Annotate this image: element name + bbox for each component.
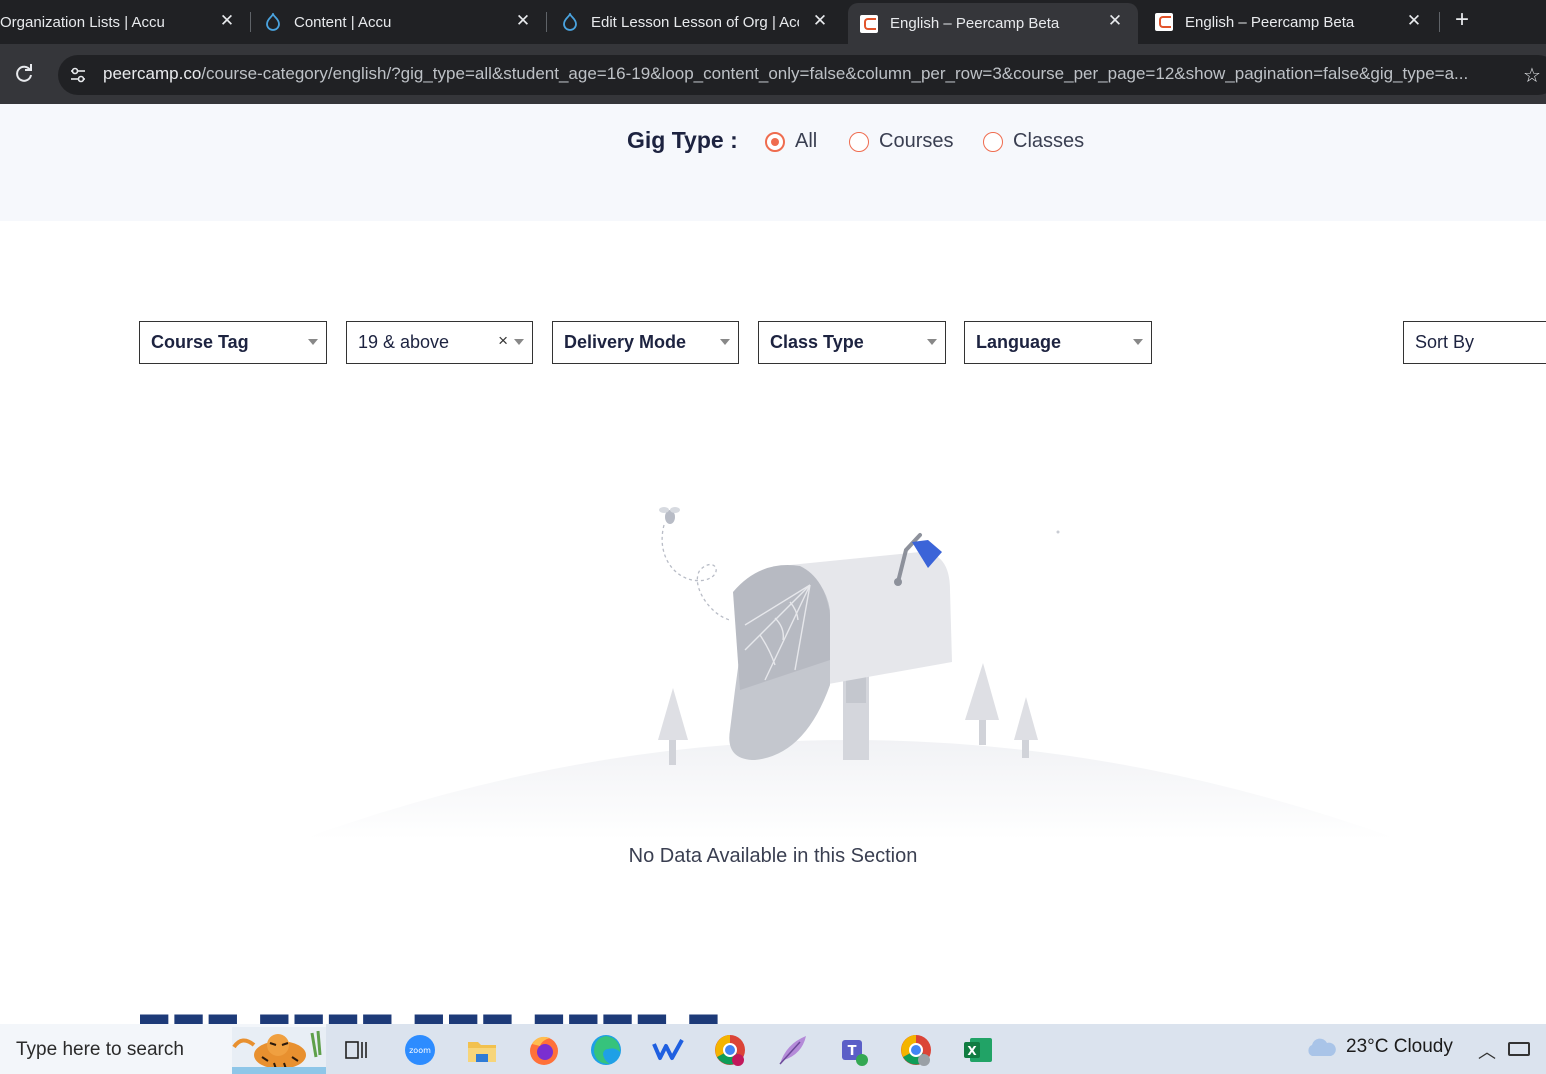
drupal-icon <box>266 13 280 31</box>
close-icon[interactable]: ✕ <box>1403 10 1425 32</box>
url-text[interactable]: peercamp.co/course-category/english/?gig… <box>103 64 1515 84</box>
close-icon[interactable]: ✕ <box>1104 10 1126 32</box>
tab-title: Content | Accu <box>294 13 392 31</box>
radio-gig-all[interactable]: All <box>765 130 817 153</box>
url-path: /course-category/english/?gig_type=all&s… <box>201 64 1469 83</box>
sort-by-select[interactable]: Sort By <box>1403 321 1546 364</box>
firefox-icon[interactable] <box>524 1030 564 1070</box>
class-type-select[interactable]: Class Type <box>758 321 946 364</box>
tab-separator <box>1439 12 1440 32</box>
weather-text: 23°C Cloudy <box>1346 1036 1453 1057</box>
select-value: Class Type <box>770 332 864 352</box>
tree-right-2 <box>1014 697 1038 758</box>
tree-right-1 <box>965 663 999 745</box>
tab-edit-lesson[interactable]: Edit Lesson Lesson of Org | Accu ✕ <box>549 0 843 44</box>
edge-icon[interactable] <box>586 1030 626 1070</box>
tab-organization-lists[interactable]: Organization Lists | Accu ✕ <box>0 0 250 44</box>
taskbar-search-box[interactable]: Type here to search <box>0 1024 326 1074</box>
select-value: 19 & above <box>358 332 450 352</box>
svg-text:zoom: zoom <box>409 1046 431 1055</box>
tab-content[interactable]: Content | Accu ✕ <box>252 0 546 44</box>
reload-icon[interactable] <box>12 62 36 86</box>
bee-icon <box>659 507 680 524</box>
gig-type-label: Gig Type : <box>627 127 738 153</box>
gig-type-section: Gig Type : All Courses Classes <box>0 104 1546 221</box>
site-settings-icon[interactable] <box>68 65 88 85</box>
language-select[interactable]: Language <box>964 321 1152 364</box>
browser-tab-bar: Organization Lists | Accu ✕ Content | Ac… <box>0 0 1546 44</box>
url-host: peercamp.co <box>103 64 202 83</box>
age-select[interactable]: 19 & above × <box>346 321 533 364</box>
windows-taskbar: Type here to search zoom T X 23°C Cloudy… <box>0 1024 1546 1074</box>
chevron-down-icon <box>514 339 524 345</box>
tab-title: English – Peercamp Beta <box>890 15 1060 32</box>
close-icon[interactable]: ✕ <box>512 10 534 32</box>
wps-icon[interactable] <box>648 1030 688 1070</box>
weather-widget[interactable]: 23°C Cloudy <box>1304 1036 1453 1058</box>
new-tab-button[interactable]: + <box>1450 8 1474 34</box>
select-value: Sort By <box>1415 332 1475 352</box>
select-value: Language <box>976 332 1062 352</box>
excel-icon[interactable]: X <box>958 1030 998 1070</box>
tab-english-peercamp[interactable]: English – Peercamp Beta ✕ <box>1143 0 1437 44</box>
search-placeholder: Type here to search <box>16 1039 184 1060</box>
course-tag-select[interactable]: Course Tag <box>139 321 327 364</box>
close-icon[interactable]: ✕ <box>809 10 831 32</box>
feather-icon[interactable] <box>772 1030 812 1070</box>
chrome-icon[interactable] <box>710 1030 750 1070</box>
radio-gig-classes[interactable]: Classes <box>983 130 1084 153</box>
battery-icon[interactable] <box>1508 1042 1530 1056</box>
tab-english-peercamp-active[interactable]: English – Peercamp Beta ✕ <box>848 3 1138 44</box>
radio-label: All <box>795 130 818 152</box>
peercamp-icon <box>860 14 878 33</box>
radio-label: Classes <box>1013 130 1085 152</box>
chevron-down-icon <box>1133 339 1143 345</box>
radio-label: Courses <box>879 130 954 152</box>
cloud-icon <box>1308 1038 1336 1056</box>
clear-selection-icon[interactable]: × <box>498 331 508 351</box>
radio-button-checked[interactable] <box>765 131 785 152</box>
drupal-icon <box>563 13 577 31</box>
task-view-icon[interactable] <box>336 1030 376 1070</box>
file-explorer-icon[interactable] <box>462 1030 502 1070</box>
tab-separator <box>250 12 251 32</box>
radio-gig-courses[interactable]: Courses <box>849 130 953 153</box>
radio-button[interactable] <box>849 131 869 152</box>
tab-title: Edit Lesson Lesson of Org | Accu <box>591 13 799 31</box>
radio-button[interactable] <box>983 131 1003 152</box>
select-value: Course Tag <box>151 332 249 352</box>
address-bar[interactable]: peercamp.co/course-category/english/?gig… <box>58 55 1546 95</box>
peercamp-icon <box>1155 13 1173 31</box>
select-value: Delivery Mode <box>564 332 687 352</box>
address-toolbar: peercamp.co/course-category/english/?gig… <box>0 44 1546 104</box>
chevron-up-icon[interactable]: ︿ <box>1478 1038 1496 1064</box>
bookmark-star-icon[interactable]: ☆ <box>1523 63 1541 88</box>
svg-text:X: X <box>967 1044 977 1058</box>
tab-title: Organization Lists | Accu <box>0 13 165 31</box>
teams-icon[interactable]: T <box>834 1030 874 1070</box>
chevron-down-icon <box>720 339 730 345</box>
chevron-down-icon <box>308 339 318 345</box>
zoom-icon[interactable]: zoom <box>400 1030 440 1070</box>
tiger-search-highlight-icon[interactable] <box>232 1027 326 1074</box>
chrome-profile-icon[interactable] <box>896 1030 936 1070</box>
chevron-down-icon <box>927 339 937 345</box>
cropped-section-heading: ▀▀▀ ▀▀▀▀ ▀▀▀ ▀▀▀▀ ▀ <box>140 1010 1040 1024</box>
empty-state-message: No Data Available in this Section <box>628 845 918 867</box>
svg-text:T: T <box>848 1044 857 1059</box>
tab-title: English – Peercamp Beta <box>1185 13 1355 31</box>
close-icon[interactable]: ✕ <box>216 10 238 32</box>
delivery-mode-select[interactable]: Delivery Mode <box>552 321 739 364</box>
empty-mailbox-illustration <box>300 507 1400 840</box>
tab-separator <box>546 12 547 32</box>
